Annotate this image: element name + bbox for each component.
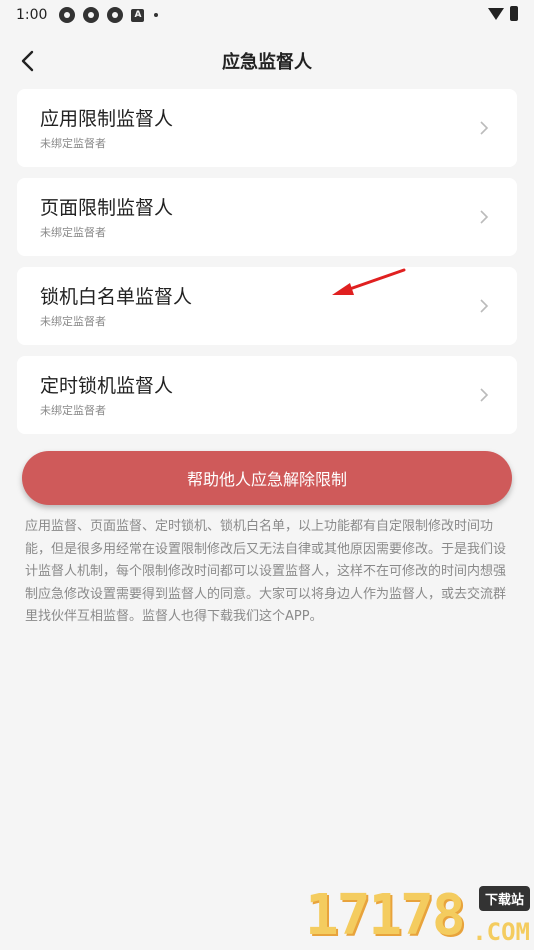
card-subtitle: 未绑定监督者: [40, 404, 106, 417]
card-subtitle: 未绑定监督者: [40, 226, 106, 239]
watermark-logo: 17178 下载站 .COM: [305, 883, 530, 948]
wifi-icon: [488, 7, 504, 20]
battery-icon: [510, 6, 518, 21]
status-time: 1:00: [16, 7, 48, 23]
card-page-limit-supervisor[interactable]: 页面限制监督人 未绑定监督者: [17, 178, 517, 256]
more-notifications-dot-icon: [154, 13, 159, 17]
card-app-limit-supervisor[interactable]: 应用限制监督人 未绑定监督者: [17, 89, 517, 167]
help-others-unlock-button[interactable]: 帮助他人应急解除限制: [22, 451, 512, 505]
app-notification-icon: [83, 7, 100, 23]
chevron-right-icon: [480, 299, 489, 313]
app-notification-icon: [107, 7, 124, 23]
page-title: 应急监督人: [222, 52, 312, 73]
card-lock-whitelist-supervisor[interactable]: 锁机白名单监督人 未绑定监督者: [17, 267, 517, 345]
watermark-suffix: .COM: [472, 918, 530, 946]
notification-a-icon: A: [131, 8, 145, 22]
card-title: 页面限制监督人: [40, 197, 174, 219]
header: 应急监督人: [0, 38, 534, 84]
chevron-right-icon: [480, 388, 489, 402]
description-text: 应用监督、页面监督、定时锁机、锁机白名单，以上功能都有自定限制修改时间功能，但是…: [25, 519, 507, 624]
chevron-right-icon: [480, 121, 489, 135]
card-title: 定时锁机监督人: [40, 375, 174, 397]
status-right: [488, 6, 518, 21]
card-title: 应用限制监督人: [40, 108, 174, 130]
status-bar: 1:00 A: [0, 0, 534, 30]
chevron-right-icon: [480, 210, 489, 224]
card-timed-lock-supervisor[interactable]: 定时锁机监督人 未绑定监督者: [17, 356, 517, 434]
app-notification-icon: [59, 7, 76, 23]
card-subtitle: 未绑定监督者: [40, 137, 106, 150]
watermark-tag: 下载站: [478, 886, 530, 911]
card-title: 锁机白名单监督人: [40, 286, 193, 308]
watermark-number: 17178: [305, 883, 466, 948]
card-subtitle: 未绑定监督者: [40, 315, 106, 328]
